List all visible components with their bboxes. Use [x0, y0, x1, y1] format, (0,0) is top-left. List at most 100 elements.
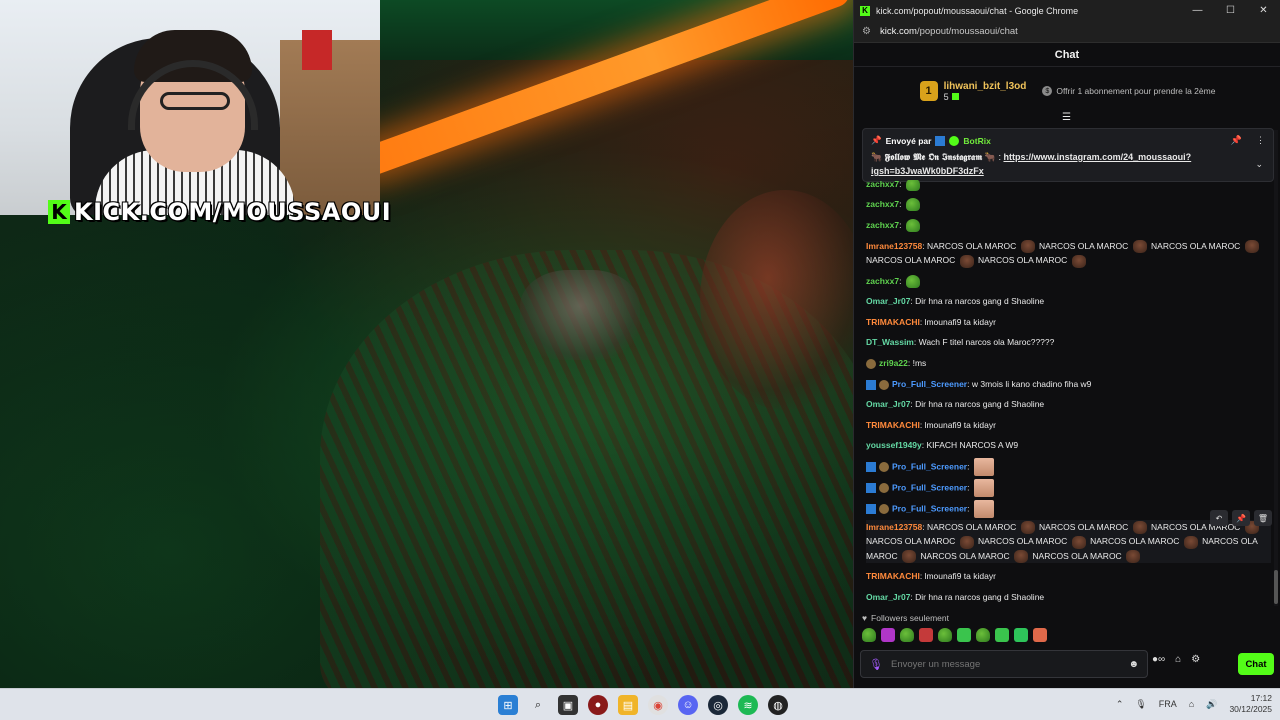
chat-message: zachxx7:	[866, 197, 1271, 212]
emote-2-icon[interactable]	[881, 628, 895, 642]
chat-username[interactable]: Pro_Full_Screener	[892, 461, 967, 471]
sub-gift-banner[interactable]: 1 lihwani_bzit_l3od 5 $ Offrir 1 abonnem…	[854, 70, 1280, 112]
spotify-icon[interactable]: ≋	[738, 695, 758, 715]
close-button[interactable]: ✕	[1247, 0, 1280, 21]
pepe-emote-icon[interactable]	[905, 219, 920, 233]
mic-icon[interactable]: 🎙	[869, 658, 891, 671]
chat-username[interactable]: zachxx7	[866, 199, 899, 209]
delete-icon[interactable]: 🗑	[1254, 510, 1272, 526]
chat-message: Pro_Full_Screener:	[866, 479, 1271, 497]
url-text[interactable]: kick.com/popout/moussaoui/chat	[880, 26, 1018, 37]
sub-username[interactable]: lihwani_bzit_l3od	[944, 81, 1027, 92]
network-icon[interactable]: ⌂	[1189, 699, 1194, 709]
steam-icon[interactable]: ◎	[708, 695, 728, 715]
chat-username[interactable]: Omar_Jr07	[866, 399, 910, 409]
chat-username[interactable]: TRIMAKACHI	[866, 420, 920, 430]
chat-message: Omar_Jr07: Dir hna ra narcos gang d Shao…	[866, 592, 1045, 602]
bot-name[interactable]: BotRix	[963, 136, 990, 146]
reply-icon[interactable]: ↶	[1210, 510, 1228, 526]
store-icon[interactable]: ⌂	[1175, 654, 1181, 665]
chat-username[interactable]: Omar_Jr07	[866, 592, 910, 602]
emoji-icon[interactable]: ☻	[1128, 659, 1139, 670]
chat-username[interactable]: zri9a22	[879, 358, 908, 368]
face-emote-icon[interactable]	[973, 500, 994, 518]
chat-username[interactable]: youssef1949y	[866, 440, 922, 450]
chat-message: DT_Wassim: Wach F titel narcos ola Maroc…	[866, 337, 1055, 347]
chat-username[interactable]: Pro_Full_Screener	[892, 379, 967, 389]
narcos-emote-icon	[1244, 240, 1259, 254]
emote-4-icon[interactable]	[919, 628, 933, 642]
send-chat-button[interactable]: Chat	[1238, 653, 1274, 675]
emote-6-icon[interactable]	[957, 628, 971, 642]
search-icon[interactable]: ⌕	[528, 695, 548, 715]
chevron-up-icon[interactable]: ⌃	[1116, 699, 1124, 710]
chat-username[interactable]: DT_Wassim	[866, 337, 914, 347]
monkey-badge-icon	[879, 379, 889, 390]
chat-username[interactable]: Pro_Full_Screener	[892, 503, 967, 513]
maximize-button[interactable]: ☐	[1214, 0, 1247, 21]
minimize-button[interactable]: —	[1181, 0, 1214, 21]
chat-username[interactable]: zachxx7	[866, 180, 899, 189]
chat-username[interactable]: TRIMAKACHI	[866, 317, 920, 327]
app-red-icon[interactable]: ●	[588, 695, 608, 715]
chat-username[interactable]: Omar_Jr07	[866, 296, 910, 306]
address-bar[interactable]: ⚙ kick.com/popout/moussaoui/chat	[854, 21, 1280, 43]
emote-10-icon[interactable]	[1033, 628, 1047, 642]
discord-icon[interactable]: ☺	[678, 695, 698, 715]
pepe-emote-icon[interactable]	[905, 275, 920, 289]
emote-3-icon[interactable]	[900, 628, 914, 642]
chat-username[interactable]: Pro_Full_Screener	[892, 482, 967, 492]
chat-message: Omar_Jr07: Dir hna ra narcos gang d Shao…	[866, 399, 1045, 409]
emote-5-icon[interactable]	[938, 628, 952, 642]
microphone-icon[interactable]: 🎙	[1135, 699, 1146, 710]
verified-icon	[949, 135, 960, 146]
chat-username[interactable]: Imrane123758	[866, 241, 922, 251]
narcos-emote-icon	[1071, 254, 1086, 268]
sub-user: lihwani_bzit_l3od 5	[944, 81, 1027, 102]
volume-icon[interactable]: 🔊	[1206, 699, 1217, 710]
gift-sub-offer[interactable]: $ Offrir 1 abonnement pour prendre la 2è…	[1042, 86, 1215, 96]
chat-scrollbar[interactable]	[1274, 130, 1278, 606]
file-explorer-icon[interactable]: ▤	[618, 695, 638, 715]
message-composer[interactable]: 🎙 ☻	[860, 650, 1148, 678]
chrome-icon[interactable]: ◉	[648, 695, 668, 715]
chat-message: Pro_Full_Screener: w 3mois li kano chadi…	[866, 377, 1271, 391]
obs-icon[interactable]: ◍	[768, 695, 788, 715]
chat-username[interactable]: zachxx7	[866, 276, 899, 286]
composer-tools: ●∞ ⌂ ⚙	[1152, 654, 1200, 665]
pepe-emote-icon[interactable]	[905, 180, 920, 192]
chat-username[interactable]: Imrane123758	[866, 522, 922, 532]
collapse-icon[interactable]: ☰	[1062, 112, 1071, 123]
kick-favicon-icon: K	[860, 5, 870, 16]
glasses-icon	[160, 92, 230, 110]
pin-message-icon[interactable]: 📌	[1232, 510, 1250, 526]
settings-icon[interactable]: ⚙	[1191, 654, 1200, 665]
unpin-icon[interactable]: 📌	[1231, 135, 1242, 146]
site-settings-icon[interactable]: ⚙	[862, 26, 880, 37]
followers-only-label: Followers seulement	[871, 613, 949, 623]
emote-1-icon[interactable]	[862, 628, 876, 642]
chat-messages[interactable]: zachxx7: zachxx7: zachxx7: Imrane123758:…	[854, 180, 1280, 608]
pepe-emote-icon[interactable]	[905, 198, 920, 212]
stream-video[interactable]: K KICK.COM/MOUSSAOUI	[0, 0, 853, 688]
language-indicator[interactable]: FRA	[1159, 699, 1177, 709]
channel-points-icon[interactable]: ●∞	[1152, 654, 1165, 665]
windows-start-icon[interactable]: ⊞	[498, 695, 518, 715]
task-view-icon[interactable]: ▣	[558, 695, 578, 715]
chat-username[interactable]: TRIMAKACHI	[866, 571, 920, 581]
emote-8-icon[interactable]	[995, 628, 1009, 642]
face-emote-icon[interactable]	[973, 458, 994, 476]
monkey-badge-icon	[879, 462, 889, 472]
scrollbar-thumb[interactable]	[1274, 570, 1278, 604]
message-input[interactable]	[891, 658, 1129, 670]
bot-badge-icon	[866, 462, 876, 472]
pinned-text: 🐂 𝕱𝖔𝖑𝖑𝖔𝖜 𝕸𝖊 𝕺𝖓 𝕴𝖓𝖘𝖙𝖆𝖌𝖗𝖆𝖒 🐂 : https://www…	[871, 152, 1192, 176]
emote-9-icon[interactable]	[1014, 628, 1028, 642]
chevron-down-icon[interactable]: ⌄	[1255, 159, 1263, 170]
face-emote-icon[interactable]	[973, 479, 994, 497]
more-options-icon[interactable]: ⋮	[1256, 135, 1265, 146]
clock[interactable]: 17:12 30/12/2025	[1229, 693, 1272, 715]
bot-badge-icon	[866, 483, 876, 493]
emote-7-icon[interactable]	[976, 628, 990, 642]
chat-username[interactable]: zachxx7	[866, 220, 899, 230]
